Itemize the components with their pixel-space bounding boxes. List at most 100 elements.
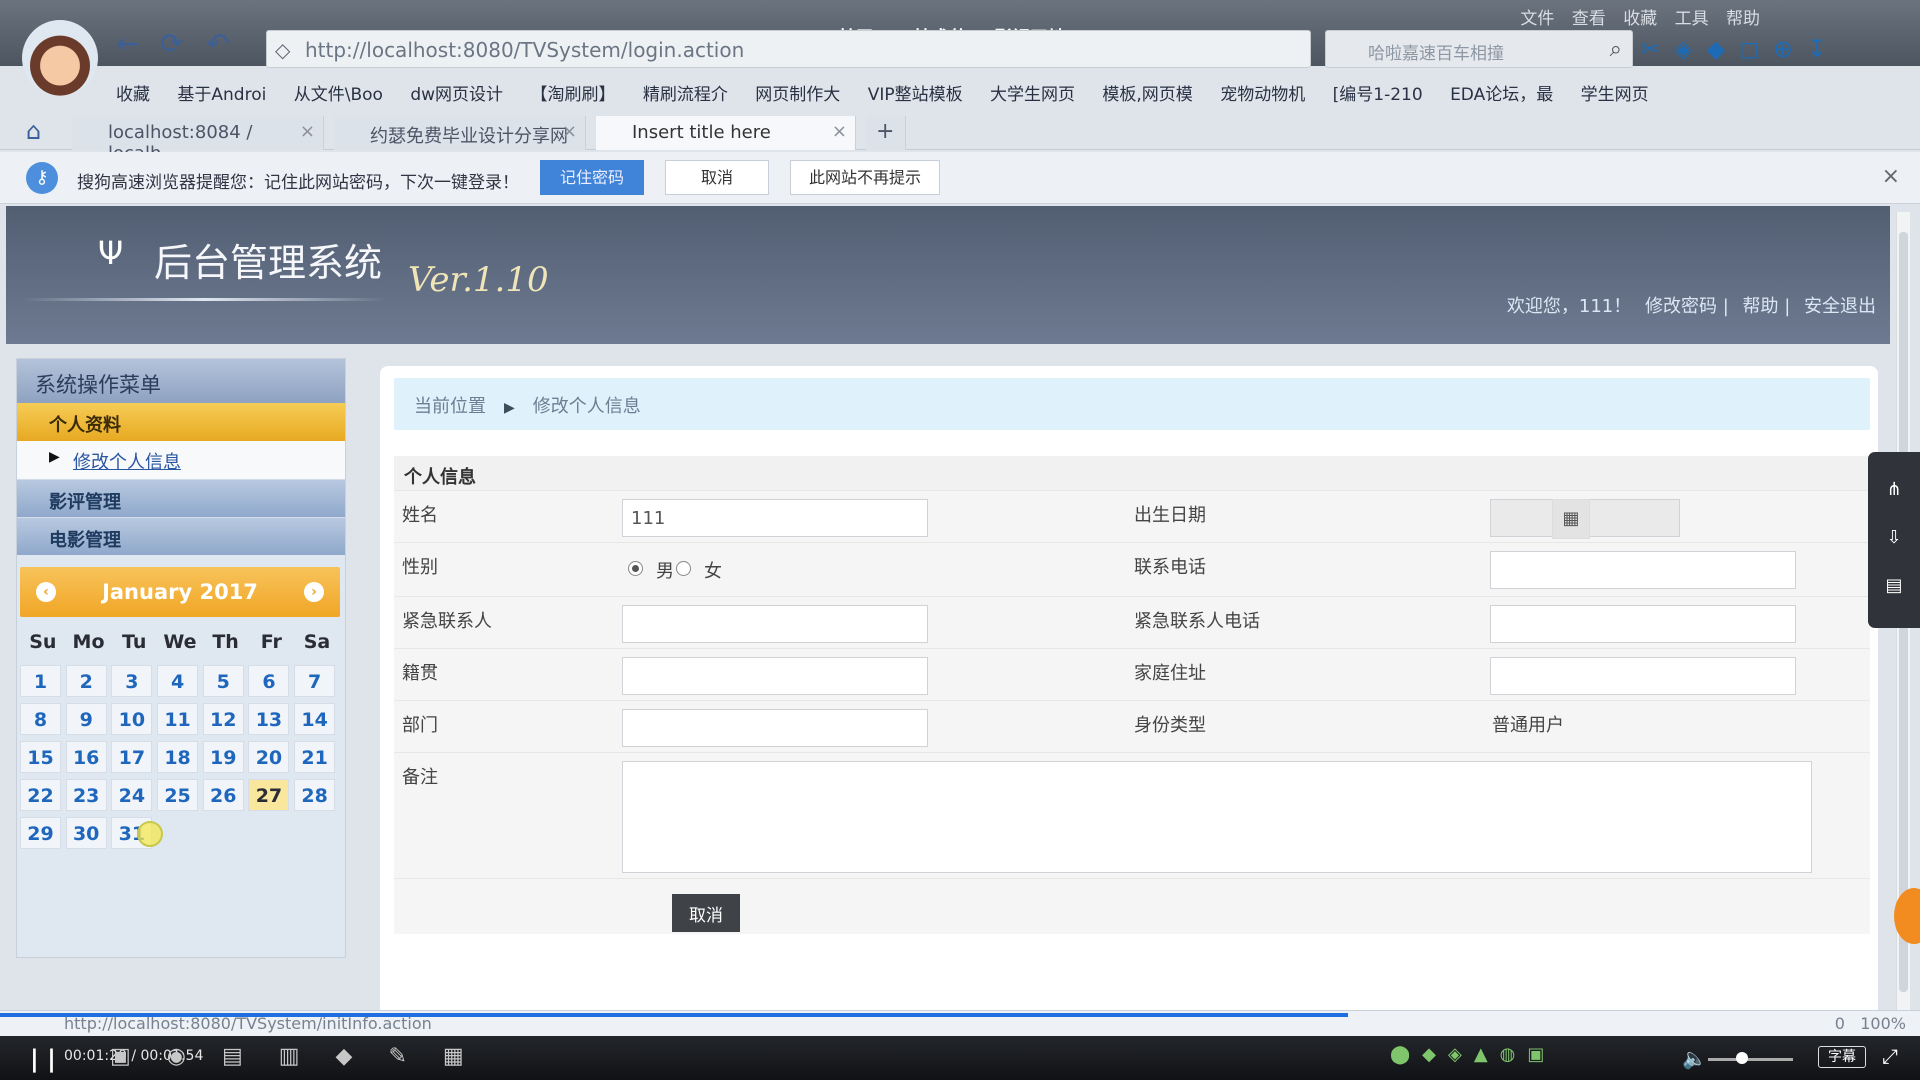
close-icon[interactable]: ×	[1882, 164, 1900, 189]
browser-search[interactable]: 哈啦嘉速百车相撞 ⌕	[1325, 30, 1633, 68]
tab-insert-title[interactable]: Insert title here ×	[596, 116, 856, 150]
sidebar-item-movies[interactable]: 电影管理	[17, 517, 345, 555]
calendar-icon[interactable]: ▤	[1868, 562, 1920, 610]
notice-cancel-button[interactable]: 取消	[665, 160, 769, 195]
bookmark-item[interactable]: VIP整站模板	[868, 80, 963, 105]
bookmarks-bar[interactable]: 收藏 基于Androi 从文件\Boo dw网页设计 【淘刷刷】 精刷流程介 网…	[116, 80, 1866, 106]
remember-password-button[interactable]: 记住密码	[540, 160, 644, 195]
volume-slider[interactable]	[1708, 1058, 1793, 1061]
calendar-day[interactable]: 3	[111, 665, 153, 697]
floating-tools[interactable]: ⋔ ⇩ ▤	[1868, 452, 1920, 628]
back-icon[interactable]: ←	[116, 30, 139, 58]
calendar-day[interactable]: 6	[248, 665, 290, 697]
calendar-day[interactable]: 13	[248, 703, 290, 735]
tab-localhost[interactable]: localhost:8084 / localh×	[72, 116, 324, 164]
never-remind-button[interactable]: 此网站不再提示	[790, 160, 940, 195]
bookmark-item[interactable]: [编号1-210	[1333, 80, 1423, 105]
sidebar-item-edit-profile[interactable]: ▶ 修改个人信息	[17, 441, 345, 479]
sidebar-item-reviews[interactable]: 影评管理	[17, 479, 345, 517]
calendar-day[interactable]: 12	[202, 703, 244, 735]
sidebar-item-profile[interactable]: 个人资料	[17, 403, 345, 441]
bookmark-item[interactable]: 学生网页	[1581, 80, 1649, 105]
pause-icon[interactable]: | |	[30, 1045, 56, 1073]
calendar-day[interactable]: 1	[20, 665, 61, 697]
bookmark-item[interactable]: 基于Androi	[177, 80, 266, 105]
emergency-contact-field[interactable]	[622, 605, 928, 643]
calendar-day[interactable]: 19	[202, 741, 244, 773]
browser-menu[interactable]: 文件 查看 收藏 工具 帮助	[1520, 4, 1760, 29]
bookmark-item[interactable]: EDA论坛，最	[1450, 80, 1553, 105]
calendar-day[interactable]: 25	[157, 779, 199, 811]
help-link[interactable]: 帮助	[1742, 296, 1778, 317]
name-field[interactable]: 111	[622, 499, 928, 537]
subtitle-button[interactable]: 字幕	[1818, 1046, 1866, 1068]
volume-icon[interactable]: 🔈	[1682, 1046, 1707, 1070]
remark-textarea[interactable]	[622, 761, 1812, 873]
calendar-day[interactable]: 10	[111, 703, 153, 735]
address-bar[interactable]: ◇ http://localhost:8080/TVSystem/login.a…	[266, 30, 1311, 68]
chevron-right-icon[interactable]: ›	[304, 582, 324, 602]
tray-icons[interactable]: ⬤◆◈▲◍▣	[1390, 1044, 1556, 1065]
calendar-day[interactable]: 5	[202, 665, 244, 697]
calendar-day[interactable]: 26	[202, 779, 244, 811]
bookmark-item[interactable]: 【淘刷刷】	[530, 80, 615, 105]
refresh-icon[interactable]: ⟳	[160, 30, 183, 58]
male-radio[interactable]	[628, 561, 643, 576]
tab-yuese[interactable]: 约瑟免费毕业设计分享网 ×	[334, 116, 586, 150]
volume-knob[interactable]	[1736, 1052, 1748, 1064]
menu-view[interactable]: 查看	[1572, 9, 1606, 29]
calendar-day[interactable]: 20	[248, 741, 290, 773]
bookmark-item[interactable]: 大学生网页	[990, 80, 1075, 105]
calendar-day[interactable]: 15	[20, 741, 61, 773]
taskbar-icons[interactable]: ▣◉▤▥◆✎▦	[110, 1044, 500, 1069]
fullscreen-icon[interactable]: ⤢	[1882, 1044, 1898, 1068]
calendar-icon[interactable]: ▦	[1552, 499, 1590, 539]
address-field[interactable]	[1490, 657, 1796, 695]
calendar-day[interactable]: 18	[157, 741, 199, 773]
calendar-day[interactable]: 14	[294, 703, 336, 735]
calendar-day[interactable]: 23	[65, 779, 107, 811]
bookmark-item[interactable]: 模板,网页模	[1102, 80, 1192, 105]
toolbar-icons[interactable]: ✂◈◆◻⊕↧	[1640, 35, 1910, 65]
menu-file[interactable]: 文件	[1520, 9, 1554, 29]
menu-help[interactable]: 帮助	[1726, 9, 1760, 29]
female-radio[interactable]	[676, 561, 691, 576]
video-progress[interactable]	[0, 1013, 1348, 1017]
calendar-day[interactable]: 29	[20, 817, 61, 849]
zoom-level[interactable]: 100%	[1860, 1014, 1906, 1033]
close-icon[interactable]: ×	[300, 121, 315, 142]
bookmark-item[interactable]: 精刷流程介	[643, 80, 728, 105]
calendar-day[interactable]: 22	[20, 779, 61, 811]
department-field[interactable]	[622, 709, 928, 747]
calendar-day[interactable]: 21	[294, 741, 336, 773]
download-icon[interactable]: ⇩	[1868, 514, 1920, 562]
calendar-day[interactable]: 16	[65, 741, 107, 773]
cancel-button[interactable]: 取消	[672, 894, 740, 932]
emergency-phone-field[interactable]	[1490, 605, 1796, 643]
chevron-left-icon[interactable]: ‹	[36, 582, 56, 602]
share-icon[interactable]: ⋔	[1868, 466, 1920, 514]
undo-icon[interactable]: ↶	[206, 30, 229, 58]
bookmark-item[interactable]: 从文件\Boo	[294, 80, 383, 105]
search-icon[interactable]: ⌕	[1610, 37, 1622, 62]
new-tab-button[interactable]: +	[866, 116, 906, 150]
calendar-day[interactable]: 4	[157, 665, 199, 697]
bookmark-item[interactable]: dw网页设计	[410, 80, 503, 105]
calendar-day[interactable]: 9	[65, 703, 107, 735]
calendar-day[interactable]: 2	[65, 665, 107, 697]
menu-favorites[interactable]: 收藏	[1623, 9, 1657, 29]
home-icon[interactable]: ⌂	[26, 119, 41, 143]
calendar-day[interactable]: 30	[65, 817, 107, 849]
calendar-day[interactable]: 28	[294, 779, 336, 811]
calendar-day[interactable]: 11	[157, 703, 199, 735]
logout-link[interactable]: 安全退出	[1804, 296, 1876, 317]
bookmark-item[interactable]: 宠物动物机	[1220, 80, 1305, 105]
menu-tools[interactable]: 工具	[1675, 9, 1709, 29]
calendar-day[interactable]: 17	[111, 741, 153, 773]
change-password-link[interactable]: 修改密码	[1645, 296, 1717, 317]
bookmark-item[interactable]: 收藏	[116, 80, 150, 105]
close-icon[interactable]: ×	[832, 121, 847, 142]
phone-field[interactable]	[1490, 551, 1796, 589]
calendar-day[interactable]: 7	[294, 665, 336, 697]
calendar-day[interactable]: 27	[248, 779, 290, 811]
